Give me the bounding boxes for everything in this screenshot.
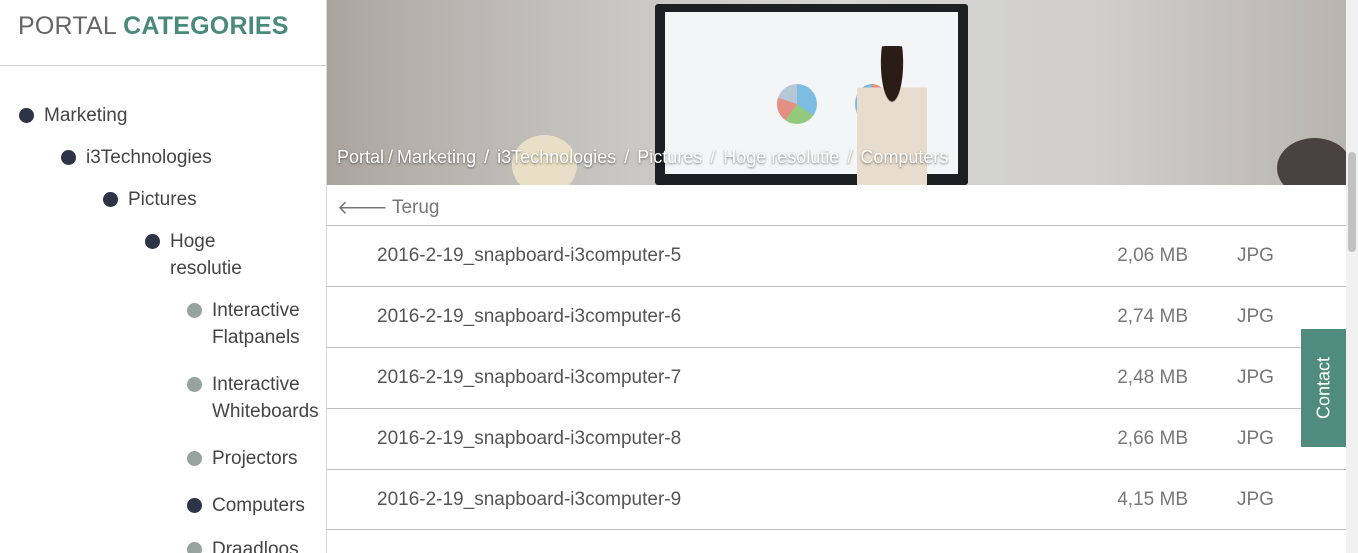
contact-button[interactable]: Contact — [1301, 329, 1346, 447]
bullet-dark-icon — [145, 234, 160, 249]
file-size: 2,66 MB — [1117, 428, 1188, 449]
file-type: JPG — [1237, 306, 1274, 327]
arrow-left-icon: 🡐 — [337, 198, 388, 219]
sidebar-item-label: Interactive Flatpanels — [212, 297, 300, 351]
file-type: JPG — [1237, 428, 1274, 449]
bullet-dark-icon — [187, 498, 202, 513]
bullet-grey-icon — [187, 451, 202, 466]
sidebar-item-label: Hoge resolutie — [170, 228, 242, 282]
breadcrumb-separator: / — [710, 147, 716, 167]
bullet-dark-icon — [61, 150, 76, 165]
sidebar-item-i3technologies[interactable]: i3Technologies — [61, 144, 212, 171]
bullet-dark-icon — [19, 108, 34, 123]
file-list: 2016-2-19_snapboard-i3computer-5 2,06 MB… — [327, 225, 1346, 530]
contact-button-label: Contact — [1313, 356, 1333, 420]
label-line-1: Hoge — [170, 231, 216, 252]
file-row[interactable]: 2016-2-19_snapboard-i3computer-9 4,15 MB… — [327, 469, 1346, 530]
sidebar-title-accent: CATEGORIES — [123, 12, 289, 40]
hero-banner: Portal / Marketing / i3Technologies / Pictures… — [327, 0, 1346, 185]
breadcrumb-computers[interactable]: Computers — [860, 147, 948, 167]
file-name[interactable]: 2016-2-19_snapboard-i3computer-7 — [377, 367, 681, 389]
label-line-1: Interactive — [212, 374, 300, 395]
label-line-2: Flatpanels — [212, 327, 300, 348]
sidebar-item-marketing[interactable]: Marketing — [19, 102, 127, 129]
back-link[interactable]: 🡐 Terug — [337, 196, 439, 220]
sidebar-item-hoge-resolutie[interactable]: Hoge resolutie — [145, 228, 242, 282]
breadcrumb-portal[interactable]: Portal — [337, 147, 384, 167]
file-type: JPG — [1237, 489, 1274, 510]
back-link-label: Terug — [391, 197, 440, 218]
file-name[interactable]: 2016-2-19_snapboard-i3computer-8 — [377, 428, 681, 450]
file-name[interactable]: 2016-2-19_snapboard-i3computer-5 — [377, 245, 681, 267]
bullet-grey-icon — [187, 303, 202, 318]
sidebar-item-label: Interactive Whiteboards — [212, 371, 319, 425]
file-size: 2,48 MB — [1117, 367, 1188, 388]
sidebar-item-label: Pictures — [128, 189, 197, 210]
sidebar-header: PORTAL CATEGORIES — [0, 0, 326, 66]
sidebar-item-label: Marketing — [44, 105, 128, 126]
label-line-1: Interactive — [212, 300, 300, 321]
sidebar-item-interactive-flatpanels[interactable]: Interactive Flatpanels — [187, 297, 300, 351]
category-sidebar: PORTAL CATEGORIES Marketing i3Technologi… — [0, 0, 327, 553]
sidebar-item-pictures[interactable]: Pictures — [103, 186, 197, 213]
file-row[interactable]: 2016-2-19_snapboard-i3computer-7 2,48 MB… — [327, 347, 1346, 408]
sidebar-item-projectors[interactable]: Projectors — [187, 445, 298, 472]
page-scrollbar[interactable] — [1346, 0, 1358, 553]
sidebar-title-prefix: PORTAL — [18, 12, 116, 40]
hero-image-pie — [777, 84, 817, 124]
sidebar-title: PORTAL CATEGORIES — [18, 12, 308, 41]
breadcrumb-hoge-resolutie[interactable]: Hoge resolutie — [723, 147, 839, 167]
sidebar-item-label: Projectors — [212, 448, 298, 469]
sidebar-item-interactive-whiteboards[interactable]: Interactive Whiteboards — [187, 371, 319, 425]
breadcrumb-separator: / — [484, 147, 490, 167]
file-name[interactable]: 2016-2-19_snapboard-i3computer-6 — [377, 306, 681, 328]
hero-image-audience — [1277, 138, 1346, 185]
file-row[interactable]: 2016-2-19_snapboard-i3computer-8 2,66 MB… — [327, 408, 1346, 469]
file-name[interactable]: 2016-2-19_snapboard-i3computer-9 — [377, 489, 681, 511]
file-row[interactable]: 2016-2-19_snapboard-i3computer-5 2,06 MB… — [327, 225, 1346, 286]
bullet-grey-icon — [187, 542, 202, 553]
breadcrumb-separator: / — [388, 147, 394, 167]
file-type: JPG — [1237, 245, 1274, 266]
breadcrumb-marketing[interactable]: Marketing — [397, 147, 476, 167]
sidebar-item-computers[interactable]: Computers — [187, 492, 305, 519]
breadcrumb: Portal / Marketing / i3Technologies / Pictures… — [337, 147, 948, 168]
file-size: 2,74 MB — [1117, 306, 1188, 327]
file-size: 2,06 MB — [1117, 245, 1188, 266]
label-line-2: resolutie — [170, 258, 242, 279]
breadcrumb-pictures[interactable]: Pictures — [637, 147, 702, 167]
sidebar-item-draadloos[interactable]: Draadloos — [187, 536, 299, 553]
breadcrumb-i3technologies[interactable]: i3Technologies — [497, 147, 616, 167]
breadcrumb-separator: / — [847, 147, 853, 167]
file-size: 4,15 MB — [1117, 489, 1188, 510]
bullet-grey-icon — [187, 377, 202, 392]
sidebar-item-label: i3Technologies — [86, 147, 212, 168]
bullet-dark-icon — [103, 192, 118, 207]
file-row[interactable]: 2016-2-19_snapboard-i3computer-6 2,74 MB… — [327, 286, 1346, 347]
label-line-2: Whiteboards — [212, 401, 319, 422]
file-type: JPG — [1237, 367, 1274, 388]
breadcrumb-separator: / — [624, 147, 630, 167]
sidebar-item-label: Computers — [212, 495, 305, 516]
scrollbar-thumb[interactable] — [1348, 152, 1356, 252]
sidebar-item-label: Draadloos — [212, 539, 299, 553]
